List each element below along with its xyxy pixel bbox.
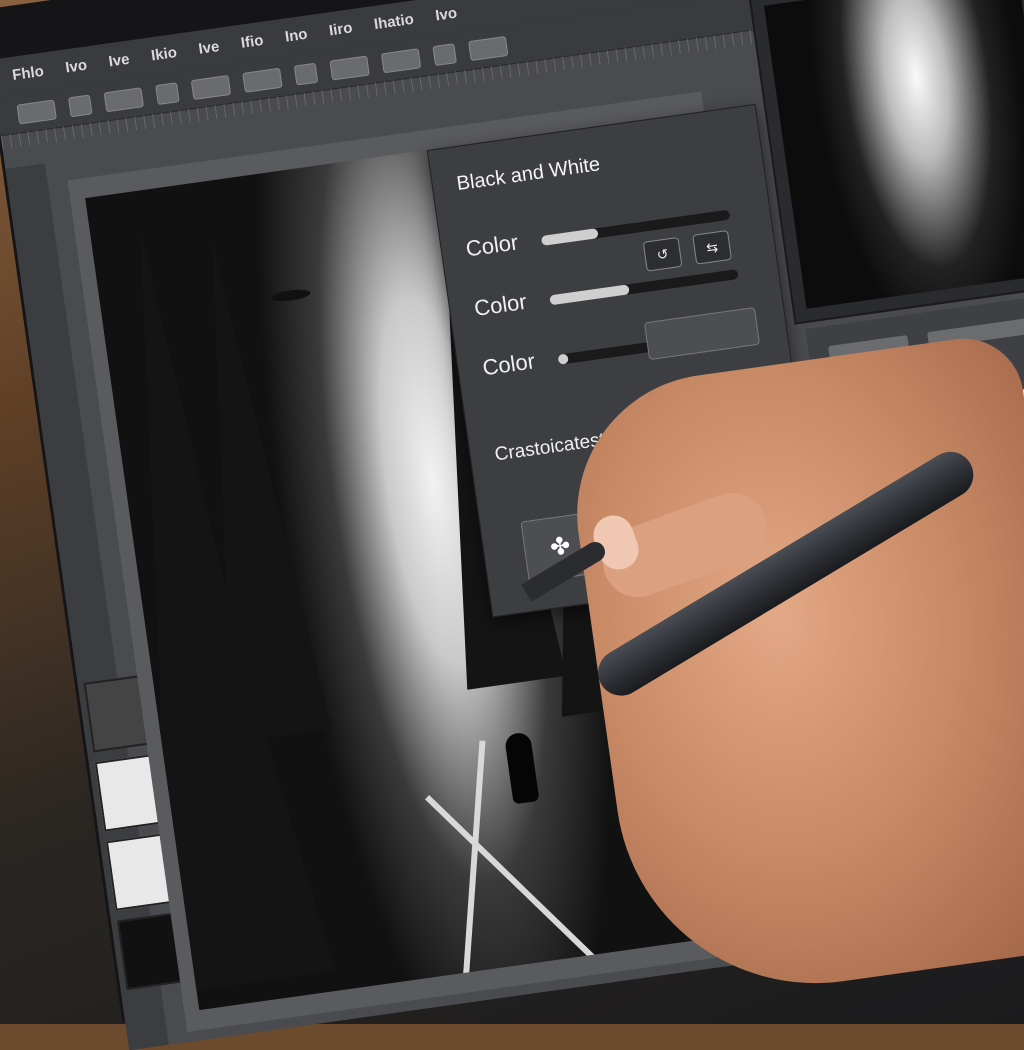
tool-button[interactable] xyxy=(329,55,370,81)
rail xyxy=(425,795,602,967)
panel-title: Black and White xyxy=(455,153,602,196)
tool-button[interactable] xyxy=(190,74,232,101)
person-silhouette xyxy=(503,731,540,805)
slider-fill xyxy=(549,284,630,306)
tool-button[interactable] xyxy=(380,48,422,74)
menu-item[interactable]: Fhlo xyxy=(11,63,45,84)
tool-button[interactable] xyxy=(16,99,57,125)
menu-item[interactable]: Ifio xyxy=(240,32,265,52)
menu-item[interactable]: Ive xyxy=(108,51,131,71)
reset-icon[interactable]: ↺ xyxy=(642,236,683,272)
tool-button[interactable] xyxy=(242,67,283,93)
tool-button[interactable] xyxy=(155,82,180,106)
tool-button[interactable] xyxy=(293,62,319,86)
color-label: Color xyxy=(472,288,529,321)
slider-fill xyxy=(540,228,599,246)
tool-button[interactable] xyxy=(432,43,457,67)
preview-image xyxy=(763,0,1024,309)
bird-silhouette xyxy=(270,287,312,304)
tool-button[interactable] xyxy=(67,94,93,118)
menu-item[interactable]: Ino xyxy=(284,26,309,46)
preview-window xyxy=(748,0,1024,325)
tool-button[interactable] xyxy=(468,35,509,62)
color-label: Color xyxy=(480,348,537,381)
color-label: Color xyxy=(464,229,520,262)
menu-item[interactable]: Ivo xyxy=(64,57,88,77)
menu-item[interactable]: Ikio xyxy=(150,44,178,64)
swap-icon[interactable]: ⇆ xyxy=(692,229,733,265)
slider-fill xyxy=(557,353,569,365)
tool-button[interactable] xyxy=(103,87,145,113)
menu-item[interactable]: Ihatio xyxy=(373,11,415,33)
color-slider[interactable] xyxy=(549,269,739,306)
rail xyxy=(462,740,486,981)
menu-item[interactable]: Ivo xyxy=(434,5,458,25)
menu-item[interactable]: Ive xyxy=(197,38,220,58)
menu-item[interactable]: Iiro xyxy=(328,19,353,39)
preset-dropdown[interactable] xyxy=(643,306,761,361)
